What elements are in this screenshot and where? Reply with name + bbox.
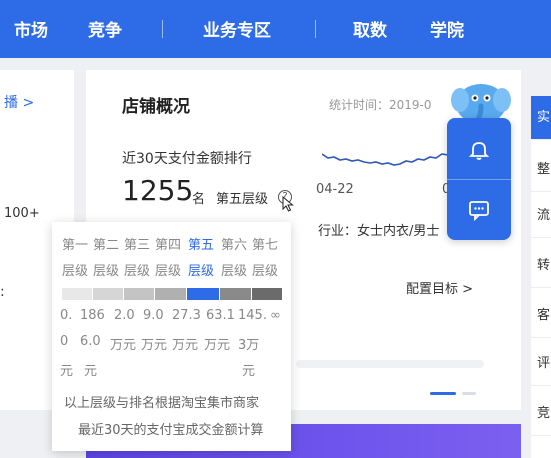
config-target-link[interactable]: 配置目标 >	[406, 278, 473, 297]
nav-divider	[315, 20, 316, 38]
tier-name-5: 第五	[188, 238, 215, 253]
tier-value3-3: 元	[242, 364, 256, 379]
tier-value2-5: 万元	[172, 338, 199, 353]
tier-value2-3: 万元	[110, 338, 137, 353]
tier-suffix-4: 层级	[155, 264, 182, 279]
tier-value2-4: 万元	[141, 338, 168, 353]
bell-icon[interactable]	[467, 138, 491, 162]
rank-title: 近30天支付金额排行	[122, 151, 252, 167]
nav-item-competition[interactable]: 竞争	[88, 16, 122, 41]
tooltip-footnote-2: 最近30天的支付宝成交金额计算	[78, 423, 264, 438]
tier-bar-5	[187, 288, 219, 300]
tier-value-3: 2.0	[114, 308, 135, 323]
widget-divider	[447, 179, 511, 180]
tier-suffix-1: 层级	[62, 264, 89, 279]
nav-item-academy[interactable]: 学院	[430, 16, 464, 41]
right-tab-3[interactable]: 转	[531, 244, 551, 288]
tier-bar-1	[62, 288, 92, 300]
nav-divider	[162, 20, 163, 38]
tier-bar-6	[220, 288, 251, 300]
rank-unit: 名	[192, 192, 206, 207]
tier-name-2: 第二	[93, 238, 120, 253]
tier-name-4: 第四	[155, 238, 182, 253]
tier-name-3: 第三	[124, 238, 151, 253]
tier-value3-1: 元	[60, 364, 74, 379]
right-tab-5[interactable]: 评	[531, 342, 551, 386]
carousel-dot-active[interactable]	[430, 392, 456, 395]
tier-value-7: 145.	[238, 308, 267, 323]
cursor-icon	[282, 196, 294, 212]
right-tab-0[interactable]: 实	[531, 96, 551, 140]
tier-tooltip: 第一 第二 第三 第四 第五 第六 第七 层级 层级 层级 层级 层级 层级 层…	[52, 222, 291, 451]
tooltip-footnote-1: 以上层级与排名根据淘宝集市商家	[64, 396, 260, 411]
right-tab-1[interactable]: 整	[531, 148, 551, 192]
trend-date: 04-22	[316, 182, 354, 197]
tier-name-1: 第一	[62, 238, 89, 253]
tier-suffix-6: 层级	[221, 264, 248, 279]
rank-value: 1255	[122, 174, 194, 207]
right-tab-column: 实 整 流 转 客 评 竞	[531, 96, 551, 458]
stat-time: 统计时间：2019-0	[329, 98, 432, 112]
tier-value2-7: 3万	[238, 338, 260, 353]
tier-value-5: 27.3	[172, 308, 201, 323]
top-nav: 市场 竞争 业务专区 取数 学院	[0, 0, 551, 58]
right-tab-4[interactable]: 客	[531, 294, 551, 338]
tier-value-2: 186	[80, 308, 105, 323]
nav-item-market[interactable]: 市场	[14, 16, 48, 41]
tier-bar-2	[93, 288, 123, 300]
tier-value-1: 0.	[60, 308, 73, 323]
nav-item-fetch-data[interactable]: 取数	[353, 16, 387, 41]
tier-suffix-5: 层级	[188, 264, 215, 279]
tier-value-4: 9.0	[143, 308, 164, 323]
carousel-dot[interactable]	[462, 392, 476, 395]
tier-label: 第五层级	[216, 192, 269, 207]
tier-value-8: ∞	[270, 308, 281, 323]
tier-name-6: 第六	[221, 238, 248, 253]
tier-value2-1: 0	[60, 334, 69, 349]
tier-value2-6: 万元	[204, 338, 231, 353]
tier-name-7: 第七	[252, 238, 279, 253]
industry-label: 行业：女士内衣/男士	[318, 224, 440, 239]
tier-bar-7	[252, 288, 282, 300]
right-tab-2[interactable]: 流	[531, 194, 551, 238]
card-title: 店铺概况	[122, 97, 190, 117]
tier-suffix-3: 层级	[124, 264, 151, 279]
tier-bar-4	[155, 288, 186, 300]
progress-track	[296, 360, 484, 368]
tier-value2-2: 6.0	[80, 334, 101, 349]
tier-suffix-2: 层级	[93, 264, 120, 279]
tier-bar-3	[124, 288, 154, 300]
right-tab-6[interactable]: 竞	[531, 392, 551, 436]
left-colon: :	[0, 284, 5, 300]
chat-icon[interactable]	[467, 198, 491, 222]
tier-value3-2: 元	[84, 364, 98, 379]
tier-suffix-7: 层级	[252, 264, 279, 279]
left-number: 100+	[4, 206, 40, 221]
tier-value-6: 63.1	[206, 308, 235, 323]
live-link[interactable]: 播 >	[4, 92, 34, 112]
floating-widget	[447, 118, 511, 240]
nav-item-business-zone[interactable]: 业务专区	[203, 16, 271, 41]
